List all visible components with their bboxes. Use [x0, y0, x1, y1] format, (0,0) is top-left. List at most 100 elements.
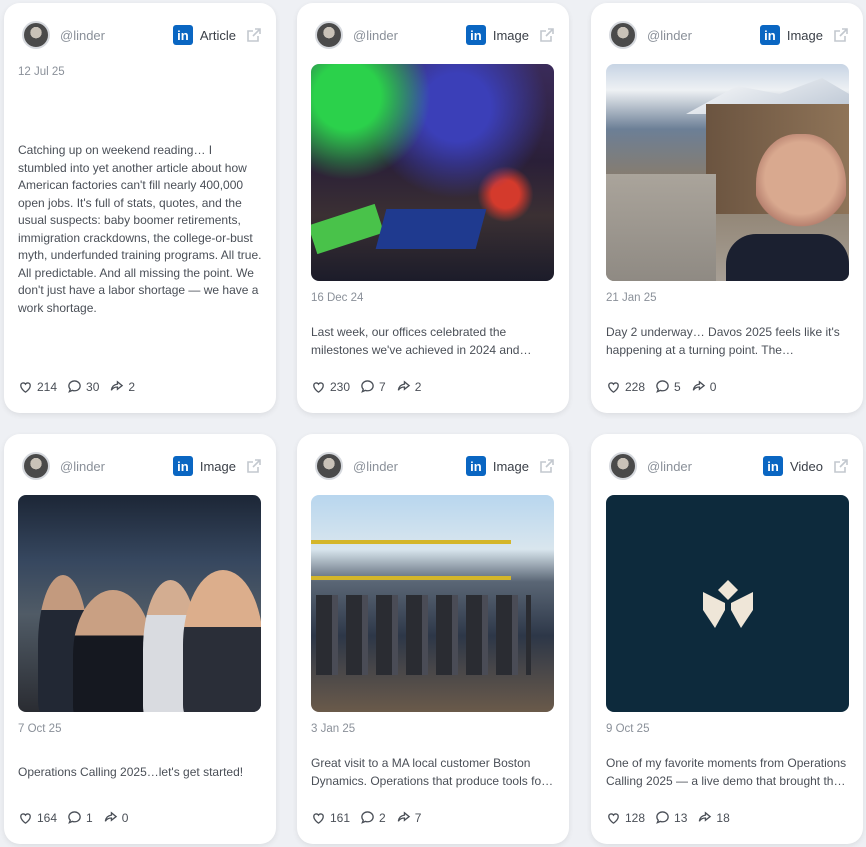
like-button[interactable]: 161	[311, 810, 350, 825]
heart-icon	[313, 382, 324, 393]
share-count: 0	[121, 810, 129, 825]
post-card[interactable]: @linder in Image 21 Jan 25 Day 2 underwa…	[591, 3, 863, 413]
like-button[interactable]: 228	[606, 379, 645, 394]
linkedin-icon: in	[172, 456, 193, 476]
comment-count: 13	[674, 810, 688, 825]
person-shape	[73, 590, 153, 712]
share-icon	[111, 380, 124, 391]
external-link-icon[interactable]	[539, 458, 555, 474]
post-date: 9 Oct 25	[606, 723, 650, 735]
comment-icon	[656, 811, 669, 824]
external-link-icon[interactable]	[246, 27, 262, 43]
post-card[interactable]: @linder in Article 12 Jul 25 Catching up…	[4, 3, 276, 413]
avatar	[315, 21, 343, 49]
post-date: 12 Jul 25	[18, 66, 65, 78]
post-stats: 214 30 2	[18, 379, 145, 394]
share-icon	[692, 380, 705, 391]
comment-button[interactable]: 7	[360, 379, 386, 394]
like-count: 230	[330, 379, 351, 394]
share-button[interactable]: 0	[103, 810, 129, 825]
comment-count: 1	[86, 810, 93, 825]
avatar	[22, 21, 50, 49]
post-image[interactable]	[606, 64, 849, 281]
road-shape	[606, 174, 716, 281]
post-stats: 228 5 0	[606, 379, 726, 394]
share-icon	[397, 811, 410, 822]
comment-count: 30	[86, 379, 100, 394]
post-image[interactable]	[311, 495, 554, 712]
post-image[interactable]	[18, 495, 261, 712]
post-type-label: Video	[789, 458, 823, 474]
comment-icon	[68, 380, 81, 393]
like-button[interactable]: 128	[606, 810, 645, 825]
author-handle[interactable]: @linder	[60, 28, 173, 43]
linkedin-icon: in	[172, 25, 193, 45]
comment-icon	[361, 380, 374, 393]
author-handle[interactable]: @linder	[60, 459, 173, 474]
external-link-icon[interactable]	[833, 458, 849, 474]
share-button[interactable]: 18	[697, 810, 730, 825]
share-button[interactable]: 0	[691, 379, 717, 394]
share-count: 2	[128, 379, 136, 394]
share-icon	[104, 811, 117, 822]
post-type-label: Image	[786, 27, 823, 43]
comment-button[interactable]: 13	[655, 810, 687, 825]
comment-count: 2	[379, 810, 386, 825]
heart-icon	[313, 813, 324, 824]
post-date: 21 Jan 25	[606, 292, 657, 304]
post-text: Day 2 underway… Davos 2025 feels like it…	[606, 325, 840, 357]
avatar	[609, 452, 637, 480]
external-link-icon[interactable]	[246, 458, 262, 474]
comment-button[interactable]: 30	[67, 379, 99, 394]
linkedin-icon: in	[465, 456, 486, 476]
group-shape	[316, 595, 531, 675]
post-card[interactable]: @linder in Image 16 Dec 24 Last week, ou…	[297, 3, 569, 413]
share-count: 0	[709, 379, 717, 394]
post-text: Great visit to a MA local customer Bosto…	[311, 756, 546, 788]
author-handle[interactable]: @linder	[647, 459, 763, 474]
external-link-icon[interactable]	[833, 27, 849, 43]
post-stats: 164 1 0	[18, 810, 138, 825]
post-date: 7 Oct 25	[18, 723, 62, 735]
post-card[interactable]: @linder in Image 3 Jan 25 Great visit to…	[297, 434, 569, 844]
author-handle[interactable]: @linder	[353, 459, 466, 474]
comment-button[interactable]: 1	[67, 810, 93, 825]
like-count: 128	[625, 810, 646, 825]
share-icon	[397, 380, 410, 391]
author-handle[interactable]: @linder	[353, 28, 466, 43]
post-header: @linder in Image	[311, 448, 555, 484]
post-image[interactable]	[311, 64, 554, 281]
post-header: @linder in Article	[18, 17, 262, 53]
post-card[interactable]: @linder in Image 7 Oct 25 Operations Cal…	[4, 434, 276, 844]
avatar	[22, 452, 50, 480]
share-button[interactable]: 7	[396, 810, 422, 825]
author-handle[interactable]: @linder	[647, 28, 760, 43]
heart-icon	[608, 382, 619, 393]
like-button[interactable]: 214	[18, 379, 57, 394]
like-button[interactable]: 164	[18, 810, 57, 825]
share-button[interactable]: 2	[396, 379, 421, 394]
avatar	[315, 452, 343, 480]
post-text: One of my favorite moments from Operatio…	[606, 756, 847, 788]
post-date: 16 Dec 24	[311, 292, 364, 304]
linkedin-icon: in	[759, 25, 780, 45]
heart-icon	[608, 813, 619, 824]
like-count: 161	[330, 810, 351, 825]
comment-icon	[656, 380, 669, 393]
share-button[interactable]: 2	[109, 379, 135, 394]
like-count: 228	[625, 379, 646, 394]
post-header: @linder in Image	[605, 17, 849, 53]
linkedin-icon: in	[762, 456, 783, 476]
comment-button[interactable]: 2	[360, 810, 386, 825]
post-stats: 230 7 2	[311, 379, 431, 394]
comment-icon	[361, 811, 374, 824]
post-video[interactable]	[606, 495, 849, 712]
walkway-shape	[311, 540, 511, 580]
like-button[interactable]: 230	[311, 379, 350, 394]
post-date: 3 Jan 25	[311, 723, 356, 735]
post-card[interactable]: @linder in Video 9 Oct 25 One of my favo…	[591, 434, 863, 844]
share-count: 7	[414, 810, 422, 825]
face-shape	[756, 134, 846, 244]
external-link-icon[interactable]	[539, 27, 555, 43]
comment-button[interactable]: 5	[655, 379, 681, 394]
